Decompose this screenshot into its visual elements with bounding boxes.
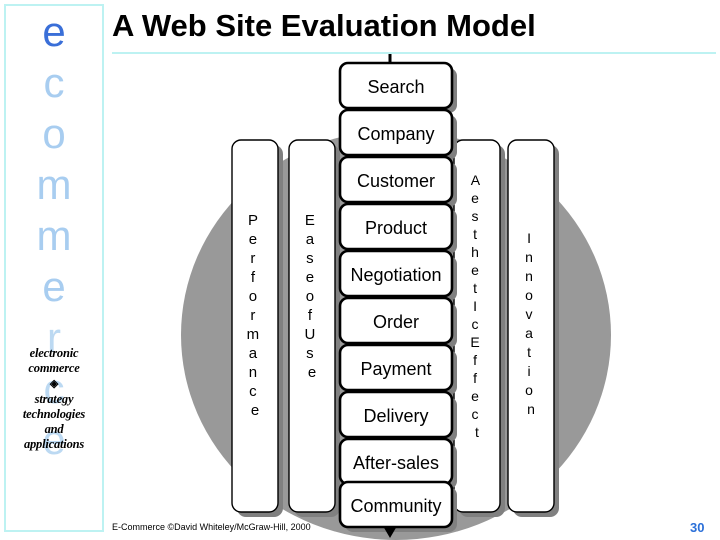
tagline-line-2: commerce [28,361,80,375]
process-box-delivery-label: Delivery [363,406,428,426]
diagram-svg: P e r f o r m a n c e E a s e o f U s e … [181,52,611,540]
brand-letter-2: o [42,110,66,157]
process-box-customer[interactable]: Customer [338,155,454,204]
column-aesthetic-effect[interactable]: A e s t h e t I c E f f e c t [453,139,501,513]
process-box-customer-label: Customer [357,171,435,191]
process-box-product[interactable]: Product [338,202,454,251]
slide-canvas: P e r f o r m a n c e E a s e o f U s e … [0,0,720,540]
process-box-community[interactable]: Community [338,480,454,529]
process-box-payment[interactable]: Payment [338,343,454,392]
footer-credit: E-Commerce ©David Whiteley/McGraw-Hill, … [112,522,311,532]
tagline-line-4: technologies [22,407,86,421]
tagline-line-3: strategy [34,392,74,406]
brand-sidebar: e c o m m e r c e electronic commerce ◈ … [4,4,104,532]
web-site-evaluation-diagram: P e r f o r m a n c e E a s e o f U s e … [0,0,720,540]
process-boxes: Search Company Customer Product Negotiat… [338,61,454,529]
brand-letter-0: e [42,8,66,55]
process-box-negotiation[interactable]: Negotiation [338,249,454,298]
column-ease-of-use-label: E a s e o f U s e [304,212,319,381]
process-box-order-label: Order [373,312,419,332]
diamond-icon: ◈ [49,378,59,390]
page-number: 30 [690,520,705,535]
brand-tagline: electronic commerce ◈ strategy technolog… [6,346,102,452]
process-box-payment-label: Payment [360,359,431,379]
tagline-line-1: electronic [29,346,79,360]
process-box-search-label: Search [367,77,424,97]
process-box-search[interactable]: Search [338,61,454,110]
process-box-community-label: Community [350,496,441,516]
title-divider [112,52,716,54]
tagline-line-6: applications [23,437,85,451]
brand-letter-3: m [36,161,72,208]
process-box-after-sales-label: After-sales [353,453,439,473]
brand-letter-5: e [42,263,66,310]
brand-letter-4: m [36,212,72,259]
process-box-company-label: Company [357,124,434,144]
process-box-company[interactable]: Company [338,108,454,157]
tagline-line-5: and [44,422,64,436]
process-box-product-label: Product [365,218,427,238]
process-box-delivery[interactable]: Delivery [338,390,454,439]
column-ease-of-use[interactable]: E a s e o f U s e [288,139,336,513]
process-box-negotiation-label: Negotiation [350,265,441,285]
column-performance[interactable]: P e r f o r m a n c e [231,139,279,513]
process-box-after-sales[interactable]: After-sales [338,437,454,486]
brand-letter-1: c [43,59,65,106]
process-box-order[interactable]: Order [338,296,454,345]
column-innovation[interactable]: I n n o v a t i o n [507,139,555,513]
page-title: A Web Site Evaluation Model [112,8,536,43]
